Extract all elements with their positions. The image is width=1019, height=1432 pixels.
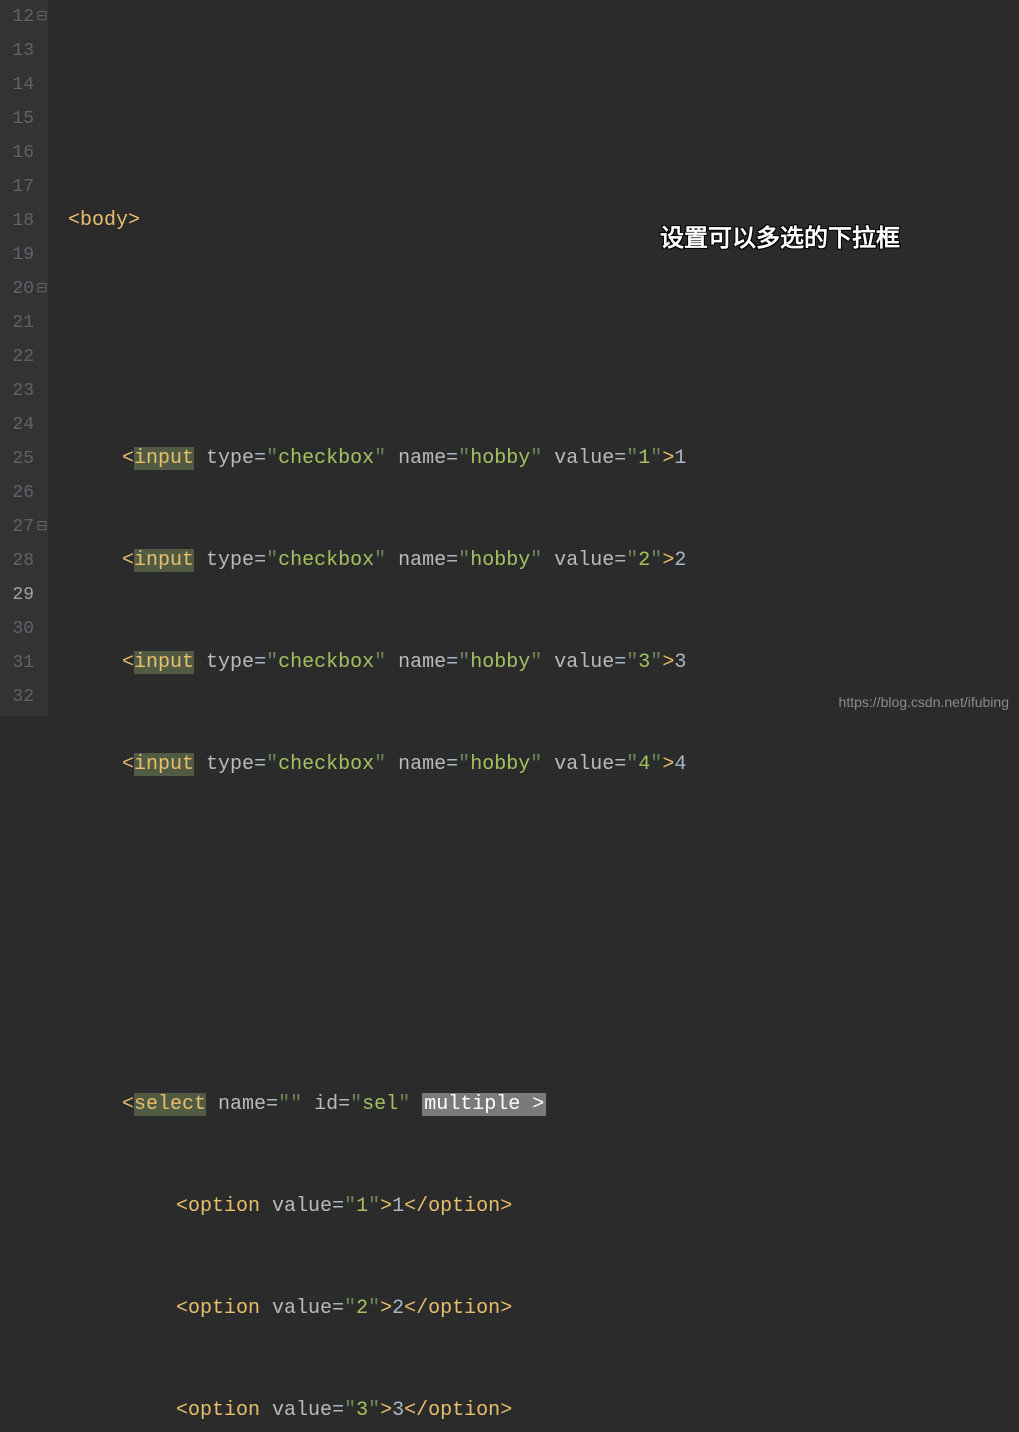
- line-number: 30: [0, 612, 48, 646]
- line-number: 24: [0, 408, 48, 442]
- line-number: 26: [0, 476, 48, 510]
- code-line[interactable]: [68, 850, 1019, 884]
- code-line[interactable]: <input type="checkbox" name="hobby" valu…: [68, 748, 1019, 782]
- code-line[interactable]: <select name="" id="sel" multiple >: [68, 1088, 1019, 1122]
- line-number: 22: [0, 340, 48, 374]
- line-number-gutter: 12 13 14 15 16 17 18 19 20 21 22 23 24 2…: [0, 0, 48, 716]
- line-number: 15: [0, 102, 48, 136]
- fold-marker-icon[interactable]: ⊟: [36, 272, 48, 306]
- line-number: 31: [0, 646, 48, 680]
- code-line[interactable]: [68, 306, 1019, 340]
- code-line[interactable]: <option value="1">1</option>: [68, 1190, 1019, 1224]
- code-line[interactable]: <option value="2">2</option>: [68, 1292, 1019, 1326]
- line-number: 21: [0, 306, 48, 340]
- line-number: 17: [0, 170, 48, 204]
- annotation-label: 设置可以多选的下拉框: [660, 218, 900, 253]
- line-number: 14: [0, 68, 48, 102]
- line-number: 32: [0, 680, 48, 714]
- code-line[interactable]: <input type="checkbox" name="hobby" valu…: [68, 442, 1019, 476]
- line-number: 23: [0, 374, 48, 408]
- watermark-text: https://blog.csdn.net/ifubing: [839, 694, 1009, 710]
- line-number: 18: [0, 204, 48, 238]
- line-number-active: 29: [0, 578, 48, 612]
- code-line[interactable]: [68, 952, 1019, 986]
- fold-marker-icon[interactable]: ⊟: [36, 0, 48, 34]
- multiple-highlight: multiple >: [422, 1093, 546, 1116]
- line-number: 28: [0, 544, 48, 578]
- line-number: 19: [0, 238, 48, 272]
- line-number: 25: [0, 442, 48, 476]
- line-number: 16: [0, 136, 48, 170]
- code-line[interactable]: <input type="checkbox" name="hobby" valu…: [68, 646, 1019, 680]
- code-line[interactable]: <option value="3">3</option>: [68, 1394, 1019, 1428]
- code-editor[interactable]: ⊟ ⊟ ⊟ <body> <input type="checkbox" name…: [48, 0, 1019, 716]
- code-line[interactable]: <input type="checkbox" name="hobby" valu…: [68, 544, 1019, 578]
- line-number: 13: [0, 34, 48, 68]
- fold-marker-icon[interactable]: ⊟: [36, 510, 48, 544]
